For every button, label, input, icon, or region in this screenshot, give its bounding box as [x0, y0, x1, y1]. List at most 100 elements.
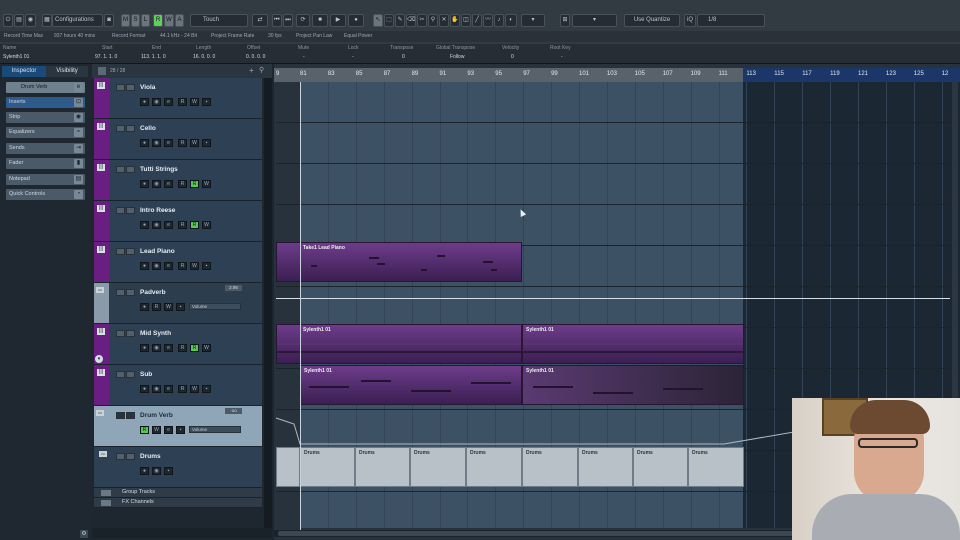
monitor-button[interactable]: ◉: [152, 385, 161, 393]
read-button[interactable]: R: [190, 180, 199, 188]
mute-button[interactable]: [116, 330, 125, 337]
automation-value[interactable]: 2.95: [225, 285, 242, 291]
project-settings-icon[interactable]: ◉: [25, 14, 36, 27]
track-sub[interactable]: ||| Sub ● ◉ e R W ▪: [94, 365, 262, 406]
record-icon[interactable]: ●: [348, 14, 364, 27]
folder-fx-channels[interactable]: FX Channels: [94, 498, 262, 508]
lock-icon[interactable]: ▪: [202, 262, 211, 270]
record-enable-button[interactable]: ●: [140, 385, 149, 393]
inspector-section-fader[interactable]: Fader ▮: [6, 158, 85, 169]
inspector-section-sends[interactable]: Sends ⇥: [6, 143, 85, 154]
draw-icon[interactable]: 〰: [483, 14, 493, 27]
track-name[interactable]: Padverb: [140, 289, 166, 296]
read-button[interactable]: R: [190, 344, 199, 352]
write-button[interactable]: W: [190, 385, 199, 393]
record-enable-button[interactable]: ●: [140, 180, 149, 188]
zoom-icon[interactable]: ⚲: [428, 14, 438, 27]
midi-part-mid-synth-1[interactable]: Sylenth1 01: [276, 324, 522, 364]
mute-button[interactable]: [116, 289, 125, 296]
camera-icon[interactable]: ◙: [104, 14, 114, 27]
write-button[interactable]: W: [190, 98, 199, 106]
edit-channel-icon[interactable]: e: [74, 83, 83, 92]
read-button[interactable]: R: [178, 344, 187, 352]
mute-automation-button[interactable]: ●: [140, 303, 149, 311]
mute-button[interactable]: [116, 166, 125, 173]
track-intro-reese[interactable]: ||| Intro Reese ● ◉ e R R W: [94, 201, 262, 242]
info-value-velocity[interactable]: 0: [511, 54, 514, 60]
automation-panel-icon[interactable]: ⇄: [252, 14, 268, 27]
play-tool-icon[interactable]: ♪: [494, 14, 504, 27]
track-name[interactable]: Drum Verb: [140, 412, 173, 419]
lock-icon[interactable]: ▪: [202, 385, 211, 393]
track-name[interactable]: Tutti Strings: [140, 166, 178, 173]
write-button[interactable]: W: [202, 344, 211, 352]
track-drums[interactable]: ▭ Drums ● ◉ ▪: [94, 447, 262, 488]
mute-button[interactable]: [116, 207, 125, 214]
lock-icon[interactable]: ▪: [202, 139, 211, 147]
quantize-icon[interactable]: iQ: [684, 14, 696, 27]
info-value-name[interactable]: Sylenth1 01: [3, 54, 29, 60]
mode-button-l[interactable]: L: [141, 14, 150, 27]
mode-button-s[interactable]: S: [131, 14, 140, 27]
solo-button[interactable]: [126, 248, 135, 255]
inspector-section-inserts[interactable]: Inserts ⊡: [6, 97, 85, 108]
configurations-dropdown[interactable]: Configurations: [52, 14, 103, 27]
write-button[interactable]: W: [152, 426, 161, 434]
drum-part-3[interactable]: Drums: [410, 447, 466, 487]
track-mid-synth[interactable]: ||| Mid Synth ● ◉ e R R W ▾: [94, 324, 262, 365]
edit-icon[interactable]: e: [164, 344, 173, 352]
track-name[interactable]: Mid Synth: [140, 330, 171, 337]
info-value-mute[interactable]: -: [303, 54, 305, 60]
mute-button[interactable]: [116, 453, 125, 460]
read-button[interactable]: R: [178, 385, 187, 393]
inspector-section-equalizers[interactable]: Equalizers ≈: [6, 127, 85, 138]
padverb-automation-line[interactable]: [276, 298, 950, 299]
track-cello[interactable]: ||| Cello ● ◉ e R W ▪: [94, 119, 262, 160]
lock-icon[interactable]: ▪: [164, 467, 173, 475]
read-button[interactable]: R: [178, 139, 187, 147]
solo-button[interactable]: [126, 412, 135, 419]
read-button[interactable]: R: [178, 98, 187, 106]
info-value-global-transpose[interactable]: Follow: [450, 54, 464, 60]
lock-icon[interactable]: ▪: [176, 303, 185, 311]
inspector-section-strip[interactable]: Strip ◉: [6, 112, 85, 123]
track-viola[interactable]: ||| Viola ● ◉ e R W ▪: [94, 78, 262, 119]
write-button[interactable]: W: [202, 180, 211, 188]
snap-type-dropdown[interactable]: ▾: [572, 14, 617, 27]
track-padverb[interactable]: ▭ Padverb 2.95 ● R W ▪ Volume: [94, 283, 262, 324]
record-enable-button[interactable]: ●: [140, 262, 149, 270]
erase-icon[interactable]: ⌫: [406, 14, 416, 27]
lane-tutti-strings[interactable]: [276, 164, 960, 205]
mode-button-a[interactable]: A: [175, 14, 184, 27]
track-tutti-strings[interactable]: ||| Tutti Strings ● ◉ e R R W: [94, 160, 262, 201]
record-enable-button[interactable]: ●: [140, 344, 149, 352]
record-enable-button[interactable]: ●: [140, 467, 149, 475]
inspector-section-notepad[interactable]: Notepad ▤: [6, 174, 85, 185]
drum-part-6[interactable]: Drums: [578, 447, 633, 487]
info-value-start[interactable]: 97. 1. 1. 0: [95, 54, 117, 60]
solo-button[interactable]: [126, 330, 135, 337]
edit-icon[interactable]: e: [164, 426, 173, 434]
info-value-end[interactable]: 113. 1. 1. 0: [141, 54, 166, 60]
ruler[interactable]: 9 81 83 85 87 89 91 93 95 97 99 101 103 105 107 109 111 1…: [274, 68, 960, 82]
lane-viola[interactable]: [276, 82, 960, 123]
read-button[interactable]: R: [152, 303, 161, 311]
read-button[interactable]: R: [178, 180, 187, 188]
mute-icon[interactable]: ✕: [439, 14, 449, 27]
edit-icon[interactable]: e: [164, 221, 173, 229]
track-name[interactable]: Drums: [140, 453, 161, 460]
record-enable-button[interactable]: ●: [140, 98, 149, 106]
project-cursor[interactable]: [300, 82, 301, 532]
glue-icon[interactable]: ◫: [461, 14, 471, 27]
record-enable-button[interactable]: ●: [140, 221, 149, 229]
automation-parameter[interactable]: Volume: [189, 426, 241, 433]
read-button[interactable]: R: [178, 221, 187, 229]
read-button[interactable]: R: [190, 221, 199, 229]
edit-icon[interactable]: e: [164, 98, 173, 106]
lock-icon[interactable]: ▪: [202, 98, 211, 106]
go-end-icon[interactable]: ⏭: [283, 14, 293, 27]
snap-icon[interactable]: ⊞: [560, 14, 570, 27]
drum-part-1[interactable]: Drums: [300, 447, 355, 487]
write-automation-button[interactable]: W: [164, 14, 174, 27]
track-lead-piano[interactable]: ||| Lead Piano ● ◉ e R W ▪: [94, 242, 262, 283]
